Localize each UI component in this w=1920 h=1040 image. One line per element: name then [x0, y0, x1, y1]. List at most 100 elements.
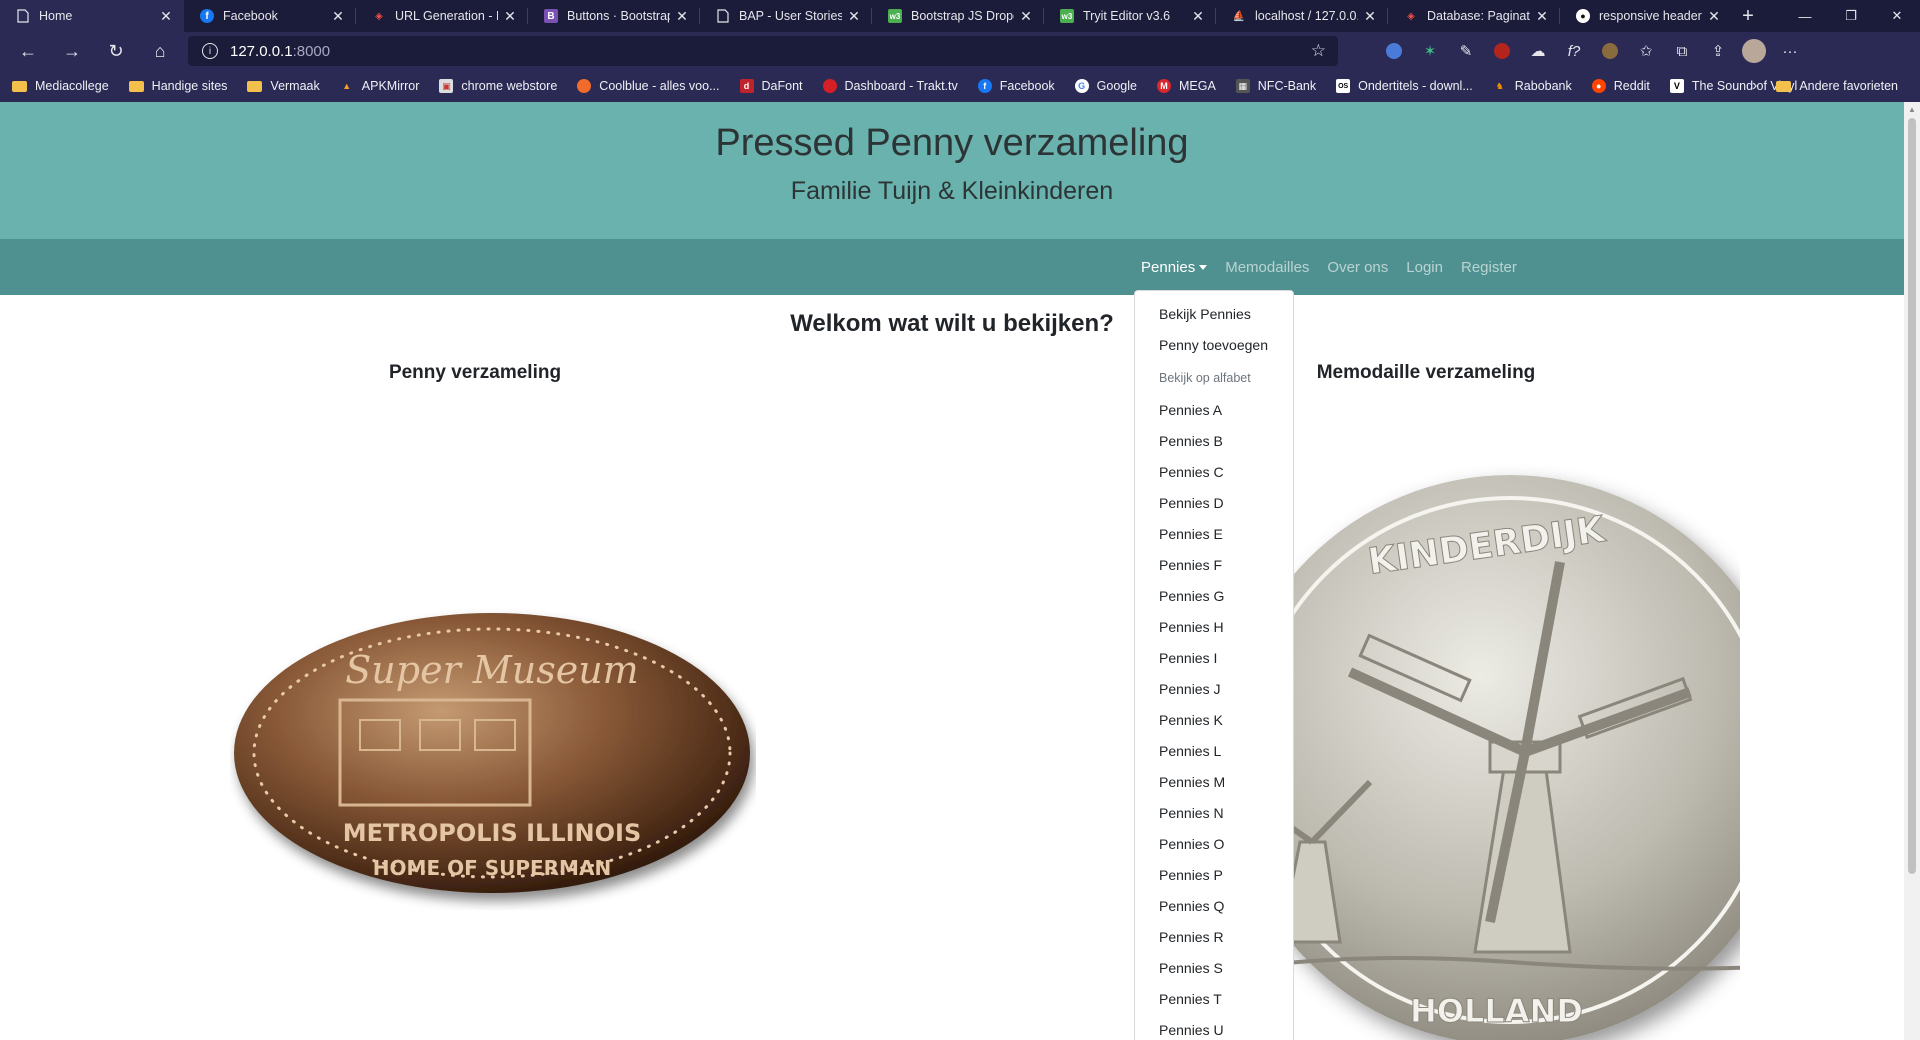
close-icon[interactable]: ✕ — [674, 8, 690, 25]
dropdown-pennies-s[interactable]: Pennies S — [1135, 953, 1293, 984]
bookmark-coolblue[interactable]: Coolblue - alles voo... — [565, 70, 727, 102]
more-menu-icon[interactable]: ··· — [1772, 32, 1808, 70]
bookmark-dafont[interactable]: d DaFont — [728, 70, 811, 102]
dropdown-pennies-l[interactable]: Pennies L — [1135, 736, 1293, 767]
dropdown-pennies-u[interactable]: Pennies U — [1135, 1015, 1293, 1040]
bookmark-trakt[interactable]: Dashboard - Trakt.tv — [811, 70, 966, 102]
close-icon[interactable]: ✕ — [502, 8, 518, 25]
nav-pennies-dropdown[interactable]: Pennies — [1141, 259, 1208, 276]
memodaille-image[interactable]: KINDERDIJK HOLLAND — [1220, 462, 1740, 1040]
medal-collection-title[interactable]: Memodaille verzameling — [1276, 362, 1576, 384]
dropdown-pennies-c[interactable]: Pennies C — [1135, 457, 1293, 488]
extension-blue-icon[interactable] — [1376, 32, 1412, 70]
dropdown-view-pennies[interactable]: Bekijk Pennies — [1135, 299, 1293, 330]
tab-facebook[interactable]: f Facebook ✕ — [184, 0, 356, 32]
dropdown-pennies-f[interactable]: Pennies F — [1135, 550, 1293, 581]
address-bar[interactable]: i 127.0.0.1:8000 ☆ — [188, 36, 1338, 66]
close-icon[interactable]: ✕ — [330, 8, 346, 25]
extension-pen-icon[interactable]: ✎ — [1448, 32, 1484, 70]
bookmark-nfc-bank[interactable]: ▦ NFC-Bank — [1224, 70, 1324, 102]
bookmark-label: Rabobank — [1514, 79, 1572, 93]
bookmark-mediacollege[interactable]: Mediacollege — [0, 70, 117, 102]
bookmark-label: Andere favorieten — [1799, 79, 1898, 93]
scroll-up-icon[interactable]: ▲ — [1904, 102, 1920, 116]
close-icon[interactable]: ✕ — [1706, 8, 1722, 25]
chevron-right-icon[interactable]: › — [1752, 70, 1757, 102]
tab-title: URL Generation - La — [395, 9, 498, 23]
collections-icon[interactable]: ⧉ — [1664, 32, 1700, 70]
extension-leaf-icon[interactable]: ✶ — [1412, 32, 1448, 70]
dropdown-pennies-n[interactable]: Pennies N — [1135, 798, 1293, 829]
bookmark-other-favorites[interactable]: Andere favorieten — [1764, 70, 1906, 102]
pressed-penny-image[interactable]: Super Museum METROPOLIS ILLINOIS HOME OF… — [230, 605, 756, 910]
tab-bap-user-stories[interactable]: BAP - User Stories ✕ — [700, 0, 872, 32]
tab-bootstrap-js-dropdown[interactable]: w3 Bootstrap JS Dropd ✕ — [872, 0, 1044, 32]
dropdown-pennies-a[interactable]: Pennies A — [1135, 395, 1293, 426]
nav-register[interactable]: Register — [1461, 259, 1517, 276]
rabobank-icon: ♞ — [1495, 80, 1504, 91]
bookmark-star-icon[interactable]: ☆ — [1311, 41, 1326, 61]
close-icon[interactable]: ✕ — [1018, 8, 1034, 25]
extension-cloud-icon[interactable]: ☁ — [1520, 32, 1556, 70]
profile-avatar[interactable] — [1736, 32, 1772, 70]
tab-buttons-bootstrap[interactable]: B Buttons · Bootstrap ✕ — [528, 0, 700, 32]
tab-responsive-header[interactable]: ● responsive header c ✕ — [1560, 0, 1732, 32]
dropdown-pennies-e[interactable]: Pennies E — [1135, 519, 1293, 550]
dropdown-pennies-h[interactable]: Pennies H — [1135, 612, 1293, 643]
bookmark-reddit[interactable]: ● Reddit — [1580, 70, 1658, 102]
bookmark-google[interactable]: G Google — [1063, 70, 1145, 102]
dropdown-add-penny[interactable]: Penny toevoegen — [1135, 330, 1293, 361]
bookmark-apkmirror[interactable]: ▲ APKMirror — [328, 70, 428, 102]
close-icon[interactable]: ✕ — [1534, 8, 1550, 25]
page-scrollbar[interactable]: ▲ — [1904, 102, 1920, 1040]
minimize-icon[interactable]: — — [1782, 0, 1828, 32]
dropdown-pennies-q[interactable]: Pennies Q — [1135, 891, 1293, 922]
dropdown-pennies-p[interactable]: Pennies P — [1135, 860, 1293, 891]
back-icon[interactable]: ← — [6, 32, 50, 70]
dropdown-pennies-o[interactable]: Pennies O — [1135, 829, 1293, 860]
extension-ublock-icon[interactable] — [1484, 32, 1520, 70]
new-tab-button[interactable]: + — [1732, 0, 1764, 32]
extension-font-icon[interactable]: f? — [1556, 32, 1592, 70]
home-icon[interactable]: ⌂ — [138, 32, 182, 70]
dropdown-pennies-m[interactable]: Pennies M — [1135, 767, 1293, 798]
extension-moon-icon[interactable] — [1592, 32, 1628, 70]
dropdown-pennies-t[interactable]: Pennies T — [1135, 984, 1293, 1015]
close-icon[interactable]: ✕ — [158, 8, 174, 25]
bookmark-facebook[interactable]: f Facebook — [966, 70, 1063, 102]
tab-phpmyadmin[interactable]: ⛵ localhost / 127.0.0. ✕ — [1216, 0, 1388, 32]
site-info-icon[interactable]: i — [202, 43, 218, 59]
close-window-icon[interactable]: ✕ — [1874, 0, 1920, 32]
favorites-icon[interactable]: ✩ — [1628, 32, 1664, 70]
bookmark-rabobank[interactable]: ♞ Rabobank — [1481, 70, 1580, 102]
close-icon[interactable]: ✕ — [846, 8, 862, 25]
bookmark-handige-sites[interactable]: Handige sites — [117, 70, 236, 102]
bookmark-mega[interactable]: M MEGA — [1145, 70, 1224, 102]
penny-collection-title[interactable]: Penny verzameling — [325, 362, 625, 384]
dropdown-pennies-r[interactable]: Pennies R — [1135, 922, 1293, 953]
tab-home[interactable]: Home ✕ — [0, 0, 184, 32]
dropdown-pennies-d[interactable]: Pennies D — [1135, 488, 1293, 519]
tab-url-generation[interactable]: ◈ URL Generation - La ✕ — [356, 0, 528, 32]
tab-tryit-editor[interactable]: w3 Tryit Editor v3.6 ✕ — [1044, 0, 1216, 32]
dropdown-pennies-b[interactable]: Pennies B — [1135, 426, 1293, 457]
nav-memodailles[interactable]: Memodailles — [1225, 259, 1309, 276]
nav-login[interactable]: Login — [1406, 259, 1443, 276]
restore-icon[interactable]: ❐ — [1828, 0, 1874, 32]
dropdown-pennies-g[interactable]: Pennies G — [1135, 581, 1293, 612]
reload-icon[interactable]: ↻ — [94, 32, 138, 70]
nav-over-ons[interactable]: Over ons — [1327, 259, 1388, 276]
dropdown-pennies-k[interactable]: Pennies K — [1135, 705, 1293, 736]
close-icon[interactable]: ✕ — [1362, 8, 1378, 25]
bootstrap-icon: B — [544, 9, 558, 23]
bookmark-chrome-webstore[interactable]: ▣ chrome webstore — [427, 70, 565, 102]
forward-icon[interactable]: → — [50, 32, 94, 70]
close-icon[interactable]: ✕ — [1190, 8, 1206, 25]
dropdown-pennies-i[interactable]: Pennies I — [1135, 643, 1293, 674]
tab-database-pagination[interactable]: ◈ Database: Paginatio ✕ — [1388, 0, 1560, 32]
share-icon[interactable]: ⇪ — [1700, 32, 1736, 70]
dropdown-pennies-j[interactable]: Pennies J — [1135, 674, 1293, 705]
scrollbar-thumb[interactable] — [1908, 118, 1916, 874]
bookmark-ondertitels[interactable]: OS Ondertitels - downl... — [1324, 70, 1481, 102]
bookmark-vermaak[interactable]: Vermaak — [235, 70, 327, 102]
